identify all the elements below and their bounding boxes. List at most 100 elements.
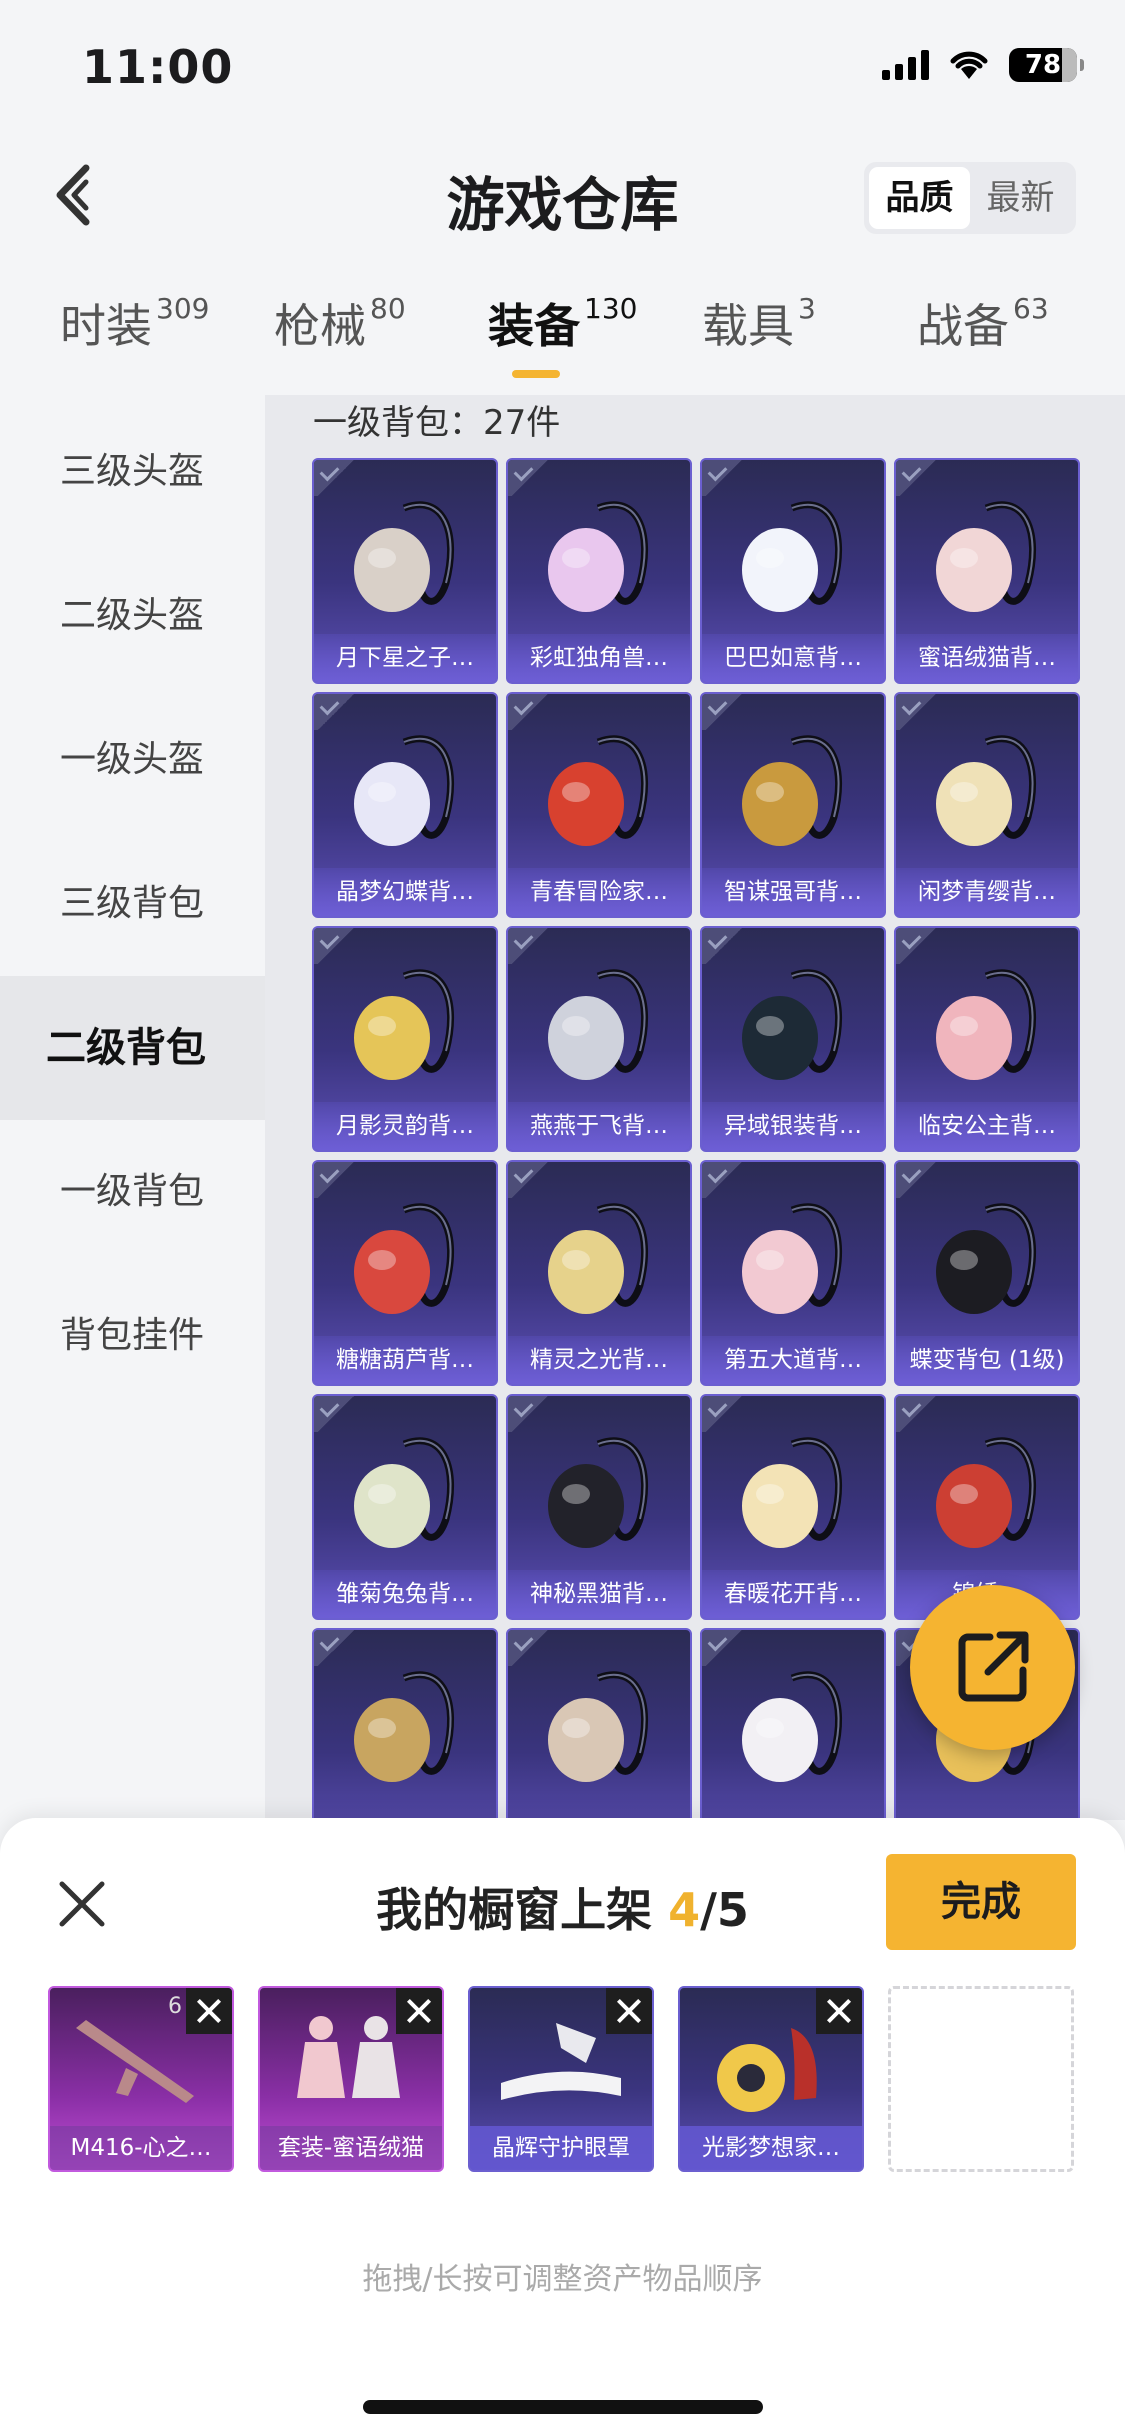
item-label: 智谋强哥背… (702, 868, 884, 916)
item-white-bow-backpack-icon (742, 1671, 843, 1782)
tab-count: 130 (584, 292, 638, 325)
item-bronze-backpack-icon (548, 1671, 649, 1782)
item-card[interactable] (312, 1628, 498, 1820)
sidebar-item-level2-backpack[interactable]: 二级背包 (0, 976, 265, 1120)
item-card[interactable] (506, 1628, 692, 1820)
active-tab-indicator (512, 370, 560, 378)
item-card[interactable]: 智谋强哥背… (700, 692, 886, 918)
sidebar: 三级头盔 二级头盔 一级头盔 三级背包 二级背包 一级背包 背包挂件 (0, 400, 265, 1820)
showcase-sheet: 我的橱窗上架 4/5 完成 6 M416-心之… 套装-蜜语绒猫 晶辉守护眼罩 光影梦想… (0, 1818, 1125, 2436)
slot-label: 光影梦想家… (680, 2126, 862, 2170)
reorder-hint: 拖拽/长按可调整资产物品顺序 (362, 2262, 763, 2297)
item-unicorn-backpack-icon (548, 501, 649, 612)
item-quilted-bag-backpack-icon (742, 1203, 843, 1314)
item-card[interactable]: 月下星之子… (312, 458, 498, 684)
item-bunny-backpack-icon (742, 501, 843, 612)
sort-newest-button[interactable]: 最新 (970, 167, 1071, 229)
sidebar-item-level2-helmet[interactable]: 二级头盔 (0, 544, 265, 688)
item-gold-coin-backpack-icon (354, 969, 455, 1080)
done-button[interactable]: 完成 (886, 1854, 1076, 1950)
item-card[interactable] (700, 1628, 886, 1820)
item-mask-backpack-icon (742, 735, 843, 846)
category-tabs: 时装 309 枪械 80 装备 130 载具 3 战备 63 (0, 290, 1125, 390)
tab-label: 枪械 (274, 299, 366, 353)
item-label: 巴巴如意背… (702, 634, 884, 682)
item-black-bunny-backpack-icon (936, 1203, 1037, 1314)
item-pink-bag-backpack-icon (936, 501, 1037, 612)
item-dark-box-backpack-icon (742, 969, 843, 1080)
tab-label: 时装 (60, 299, 152, 353)
item-card[interactable]: 彩虹独角兽… (506, 458, 692, 684)
item-label: 第五大道背… (702, 1336, 884, 1384)
close-icon[interactable] (52, 1874, 112, 1934)
item-label: 雏菊兔兔背… (314, 1570, 496, 1618)
item-card[interactable]: 月影灵韵背… (312, 926, 498, 1152)
slot-label: M416-心之… (50, 2126, 232, 2170)
slot-label: 晶辉守护眼罩 (470, 2126, 652, 2170)
item-card[interactable]: 神秘黑猫背… (506, 1394, 692, 1620)
remove-slot-icon[interactable] (396, 1988, 442, 2034)
tab-fashion[interactable]: 时装 309 (60, 290, 209, 356)
item-label: 晶梦幻蝶背… (314, 868, 496, 916)
item-label: 神秘黑猫背… (508, 1570, 690, 1618)
slot-badge: 6 (168, 1994, 182, 2019)
tab-count: 309 (156, 292, 210, 325)
sheet-total-count: /5 (700, 1883, 749, 1937)
item-card[interactable]: 巴巴如意背… (700, 458, 886, 684)
sidebar-item-level1-helmet[interactable]: 一级头盔 (0, 688, 265, 832)
tab-vehicles[interactable]: 载具 3 (702, 290, 816, 356)
item-label: 蝶变背包 (1级) (896, 1336, 1078, 1384)
item-card[interactable]: 精灵之光背… (506, 1160, 692, 1386)
sheet-title-text: 我的橱窗上架 (376, 1883, 669, 1937)
item-card[interactable]: 雏菊兔兔背… (312, 1394, 498, 1620)
remove-slot-icon[interactable] (816, 1988, 862, 2034)
wifi-icon (950, 51, 988, 79)
tab-combat-gear[interactable]: 战备 63 (917, 290, 1049, 356)
tab-guns[interactable]: 枪械 80 (274, 290, 406, 356)
item-card[interactable]: 蜜语绒猫背… (894, 458, 1080, 684)
item-swallow-backpack-icon (548, 969, 649, 1080)
showcase-slot[interactable]: 6 M416-心之… (48, 1986, 234, 2172)
item-card[interactable]: 第五大道背… (700, 1160, 886, 1386)
item-card[interactable]: 春暖花开背… (700, 1394, 886, 1620)
sheet-current-count: 4 (668, 1883, 701, 1937)
item-card[interactable]: 异域银装背… (700, 926, 886, 1152)
item-white-moon-backpack-icon (354, 501, 455, 612)
sidebar-item-level1-backpack[interactable]: 一级背包 (0, 1120, 265, 1264)
sidebar-item-backpack-charm[interactable]: 背包挂件 (0, 1264, 265, 1408)
share-button[interactable] (910, 1585, 1075, 1750)
item-card[interactable]: 糖糖葫芦背… (312, 1160, 498, 1386)
tab-count: 63 (1013, 292, 1049, 325)
item-mask-shield-backpack-icon (354, 1671, 455, 1782)
section-title: 一级背包：27件 (313, 403, 561, 443)
item-card[interactable]: 临安公主背… (894, 926, 1080, 1152)
item-gourd-backpack-icon (354, 1203, 455, 1314)
empty-slot[interactable] (888, 1986, 1074, 2172)
tab-equipment[interactable]: 装备 130 (488, 290, 637, 356)
item-label: 月影灵韵背… (314, 1102, 496, 1150)
back-arrow-icon[interactable] (46, 160, 106, 230)
item-label: 蜜语绒猫背… (896, 634, 1078, 682)
showcase-slot[interactable]: 光影梦想家… (678, 1986, 864, 2172)
showcase-slot[interactable]: 晶辉守护眼罩 (468, 1986, 654, 2172)
item-label: 糖糖葫芦背… (314, 1336, 496, 1384)
status-time: 11:00 (82, 40, 234, 94)
item-card[interactable]: 燕燕于飞背… (506, 926, 692, 1152)
showcase-slot[interactable]: 套装-蜜语绒猫 (258, 1986, 444, 2172)
item-card[interactable]: 晶梦幻蝶背… (312, 692, 498, 918)
remove-slot-icon[interactable] (606, 1988, 652, 2034)
remove-slot-icon[interactable] (186, 1988, 232, 2034)
item-card[interactable]: 青春冒险家… (506, 692, 692, 918)
item-flower-backpack-icon (936, 969, 1037, 1080)
status-icons: 78 (882, 48, 1084, 82)
sidebar-item-level3-helmet[interactable]: 三级头盔 (0, 400, 265, 544)
sort-quality-button[interactable]: 品质 (869, 167, 970, 229)
item-red-brocade-backpack-icon (936, 1437, 1037, 1548)
tab-label: 装备 (488, 299, 580, 353)
item-card[interactable]: 蝶变背包 (1级) (894, 1160, 1080, 1386)
status-bar: 11:00 78 (0, 0, 1125, 130)
sidebar-item-level3-backpack[interactable]: 三级背包 (0, 832, 265, 976)
item-card[interactable]: 闲梦青缨背… (894, 692, 1080, 918)
external-link-icon (958, 1631, 1029, 1702)
item-label: 精灵之光背… (508, 1336, 690, 1384)
